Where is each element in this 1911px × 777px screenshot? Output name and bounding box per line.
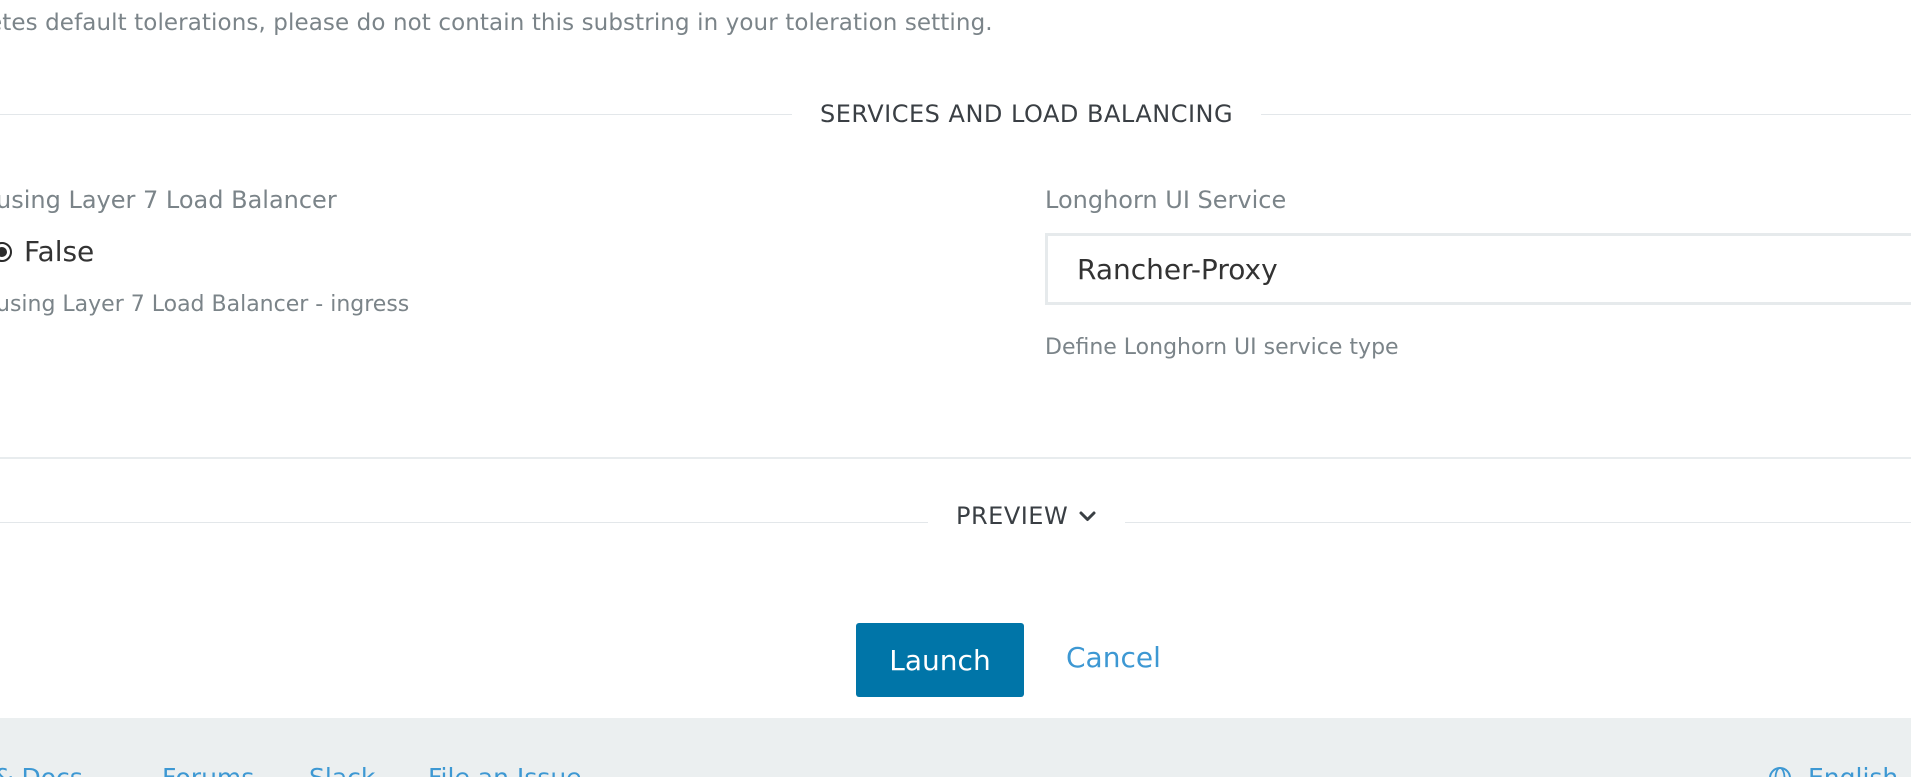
cancel-link[interactable]: Cancel xyxy=(1066,641,1161,674)
ingress-false-radio[interactable]: False xyxy=(0,235,94,268)
longhorn-ui-service-label: Longhorn UI Service xyxy=(1045,186,1287,214)
longhorn-ui-service-help: Define Longhorn UI service type xyxy=(1045,335,1399,360)
footer-link-slack[interactable]: Slack xyxy=(309,763,375,777)
preview-toggle[interactable]: PREVIEW xyxy=(928,502,1126,530)
launch-button[interactable]: Launch xyxy=(856,623,1024,697)
tolerations-help-text: etes default tolerations, please do not … xyxy=(0,10,993,36)
services-section-title: SERVICES AND LOAD BALANCING xyxy=(792,102,1262,126)
ingress-help-text: using Layer 7 Load Balancer - ingress xyxy=(0,292,410,317)
form-bottom-divider xyxy=(0,457,1911,459)
footer-link-forums[interactable]: Forums xyxy=(162,763,254,777)
preview-label: PREVIEW xyxy=(956,502,1069,530)
footer-link-file-issue[interactable]: File an Issue xyxy=(428,763,582,777)
footer: & Docs Forums Slack File an Issue Englis… xyxy=(0,718,1911,777)
ingress-field-label: using Layer 7 Load Balancer xyxy=(0,186,337,214)
longhorn-ui-service-input[interactable] xyxy=(1045,233,1911,305)
chevron-down-icon xyxy=(1079,511,1096,521)
launch-app-page: etes default tolerations, please do not … xyxy=(0,0,1911,777)
radio-selected-icon[interactable] xyxy=(0,241,12,262)
footer-link-docs[interactable]: & Docs xyxy=(0,763,83,777)
globe-icon[interactable] xyxy=(1768,766,1792,777)
language-selector[interactable]: English xyxy=(1808,763,1898,777)
ingress-false-label: False xyxy=(24,235,95,268)
